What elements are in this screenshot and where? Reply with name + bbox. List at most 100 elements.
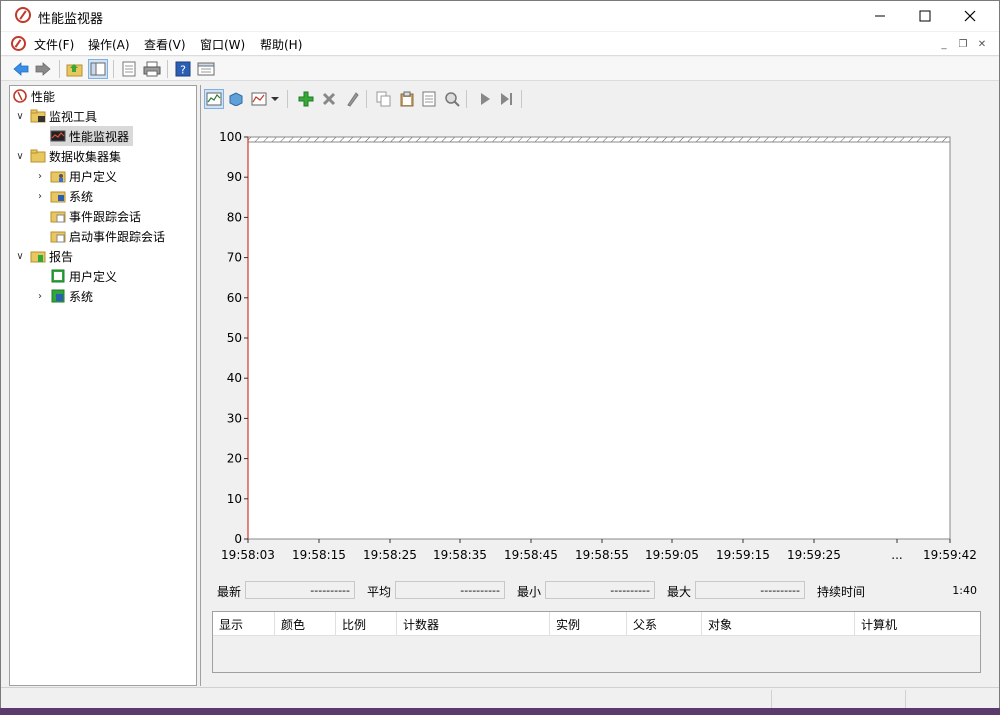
properties-icon[interactable] (119, 59, 139, 79)
mdi-restore-button[interactable]: ❐ (954, 35, 972, 53)
perfmon-icon (12, 89, 28, 103)
y-tick-label: 80 (227, 210, 242, 224)
perfmon-app-icon (15, 7, 31, 23)
stat-value-duration: 1:40 (869, 581, 981, 599)
perf-toolbar (201, 85, 994, 113)
x-tick-label: 19:59:05 (645, 548, 699, 562)
menu-help[interactable]: 帮助(H) (260, 36, 302, 53)
tree-item-event-trace-sessions[interactable]: 事件跟踪会话 (50, 206, 141, 226)
folder-reports-icon (30, 249, 46, 263)
counter-legend-table[interactable]: 显示 颜色 比例 计数器 实例 父系 对象 计算机 (212, 611, 981, 673)
add-icon[interactable] (296, 89, 316, 109)
view-log-data-icon[interactable] (226, 89, 246, 109)
help-icon[interactable]: ? (173, 59, 193, 79)
tree-item-startup-event-trace-sessions[interactable]: 启动事件跟踪会话 (50, 226, 165, 246)
y-tick-label: 90 (227, 170, 242, 184)
chevron-right-icon[interactable]: › (34, 191, 46, 202)
mdi-minimize-button[interactable]: _ (935, 35, 953, 53)
chevron-down-icon[interactable]: ∨ (14, 151, 26, 162)
tree-item-performance-monitor[interactable]: 性能监视器 (50, 126, 134, 146)
folder-startup-trace-icon (50, 229, 66, 243)
menu-action[interactable]: 操作(A) (88, 36, 130, 53)
tree-item-monitoring-tools[interactable]: ∨ 监视工具 (14, 106, 97, 126)
tree-item-reports[interactable]: ∨ 报告 (14, 246, 73, 266)
performance-graph[interactable]: 0102030405060708090100 19:58:03 19:58:15 1… (205, 115, 985, 655)
chevron-down-icon[interactable]: ∨ (14, 251, 26, 262)
report-system-icon (50, 289, 66, 303)
mdi-close-button[interactable]: ✕ (973, 35, 991, 53)
stat-value-maximum: ---------- (695, 581, 805, 599)
show-hide-tree-icon[interactable] (88, 59, 108, 79)
tree-item-reports-system[interactable]: › 系统 (34, 286, 93, 306)
perfmon-window: 性能监视器 文件(F) 操作(A) 查看(V) 窗口(W) 帮助(H) _ ❐ … (0, 0, 1000, 715)
highlight-icon[interactable] (342, 89, 362, 109)
zoom-icon[interactable] (442, 89, 462, 109)
copy-properties-icon[interactable] (374, 89, 394, 109)
legend-header: 显示 颜色 比例 计数器 实例 父系 对象 计算机 (213, 612, 980, 636)
tree-item-reports-user-defined[interactable]: 用户定义 (50, 266, 117, 286)
y-tick-label: 10 (227, 492, 242, 506)
forward-icon[interactable] (33, 59, 53, 79)
chevron-right-icon[interactable]: › (34, 171, 46, 182)
dropdown-icon[interactable] (269, 89, 281, 109)
stat-label-last: 最新 (217, 585, 242, 599)
paste-counter-list-icon[interactable] (397, 89, 417, 109)
tree-label-performance: 性能 (31, 89, 56, 104)
column-header-parent[interactable]: 父系 (627, 612, 702, 636)
chevron-down-icon[interactable]: ∨ (14, 111, 26, 122)
column-header-computer[interactable]: 计算机 (855, 612, 980, 636)
column-header-instance[interactable]: 实例 (550, 612, 627, 636)
x-tick-label: 19:58:35 (433, 548, 487, 562)
close-button[interactable] (947, 1, 993, 31)
column-header-scale[interactable]: 比例 (336, 612, 397, 636)
plot-area (247, 136, 951, 540)
tree-label-reports: 报告 (49, 249, 74, 264)
folder-user-icon (50, 169, 66, 183)
update-data-icon[interactable] (497, 89, 517, 109)
system-menu-icon[interactable] (11, 36, 26, 51)
menu-file[interactable]: 文件(F) (34, 36, 74, 53)
menu-view[interactable]: 查看(V) (144, 36, 186, 53)
x-tick-label: ... (891, 548, 902, 562)
column-header-object[interactable]: 对象 (702, 612, 855, 636)
y-tick-label: 40 (227, 371, 242, 385)
view-current-activity-icon[interactable] (204, 89, 224, 109)
chevron-right-icon[interactable]: › (34, 291, 46, 302)
tree-label-system: 系统 (69, 189, 94, 204)
delete-icon[interactable] (319, 89, 339, 109)
y-tick-label: 0 (234, 532, 242, 546)
freeze-display-icon[interactable] (475, 89, 495, 109)
menu-window[interactable]: 窗口(W) (200, 36, 245, 53)
stat-label-minimum: 最小 (517, 585, 542, 599)
status-cell (771, 690, 905, 708)
navigation-tree: 性能 ∨ 监视工具 性能监视器 ∨ 数据收集器集 › 用户定义 › 系统 事件跟… (9, 85, 197, 686)
tree-label-monitoring-tools: 监视工具 (49, 109, 98, 124)
show-hide-action-icon[interactable] (196, 59, 216, 79)
back-icon[interactable] (11, 59, 31, 79)
x-tick-label: 19:59:42 (923, 548, 977, 562)
report-user-icon (50, 269, 66, 283)
column-header-counter[interactable]: 计数器 (397, 612, 550, 636)
tree-item-user-defined[interactable]: › 用户定义 (34, 166, 117, 186)
column-header-show[interactable]: 显示 (213, 612, 275, 636)
desktop-edge (0, 708, 1000, 715)
tree-item-data-collector-sets[interactable]: ∨ 数据收集器集 (14, 146, 121, 166)
status-bar (1, 687, 999, 709)
tree-item-performance[interactable]: 性能 (12, 86, 55, 106)
up-folder-icon[interactable] (65, 59, 85, 79)
y-tick-label: 100 (219, 130, 242, 144)
column-header-color[interactable]: 颜色 (275, 612, 336, 636)
maximize-button[interactable] (902, 1, 948, 31)
minimize-button[interactable] (857, 1, 903, 31)
folder-data-collector-icon (30, 149, 46, 163)
change-graph-type-icon[interactable] (249, 89, 269, 109)
tree-label-event-trace-sessions: 事件跟踪会话 (69, 209, 142, 224)
stat-value-average: ---------- (395, 581, 505, 599)
tree-item-system[interactable]: › 系统 (34, 186, 93, 206)
stat-value-last: ---------- (245, 581, 355, 599)
tree-label-data-collector-sets: 数据收集器集 (49, 149, 122, 164)
tree-label-startup-event-trace-sessions: 启动事件跟踪会话 (69, 229, 166, 244)
properties-icon[interactable] (419, 89, 439, 109)
y-tick-label: 60 (227, 291, 242, 305)
print-icon[interactable] (142, 59, 162, 79)
